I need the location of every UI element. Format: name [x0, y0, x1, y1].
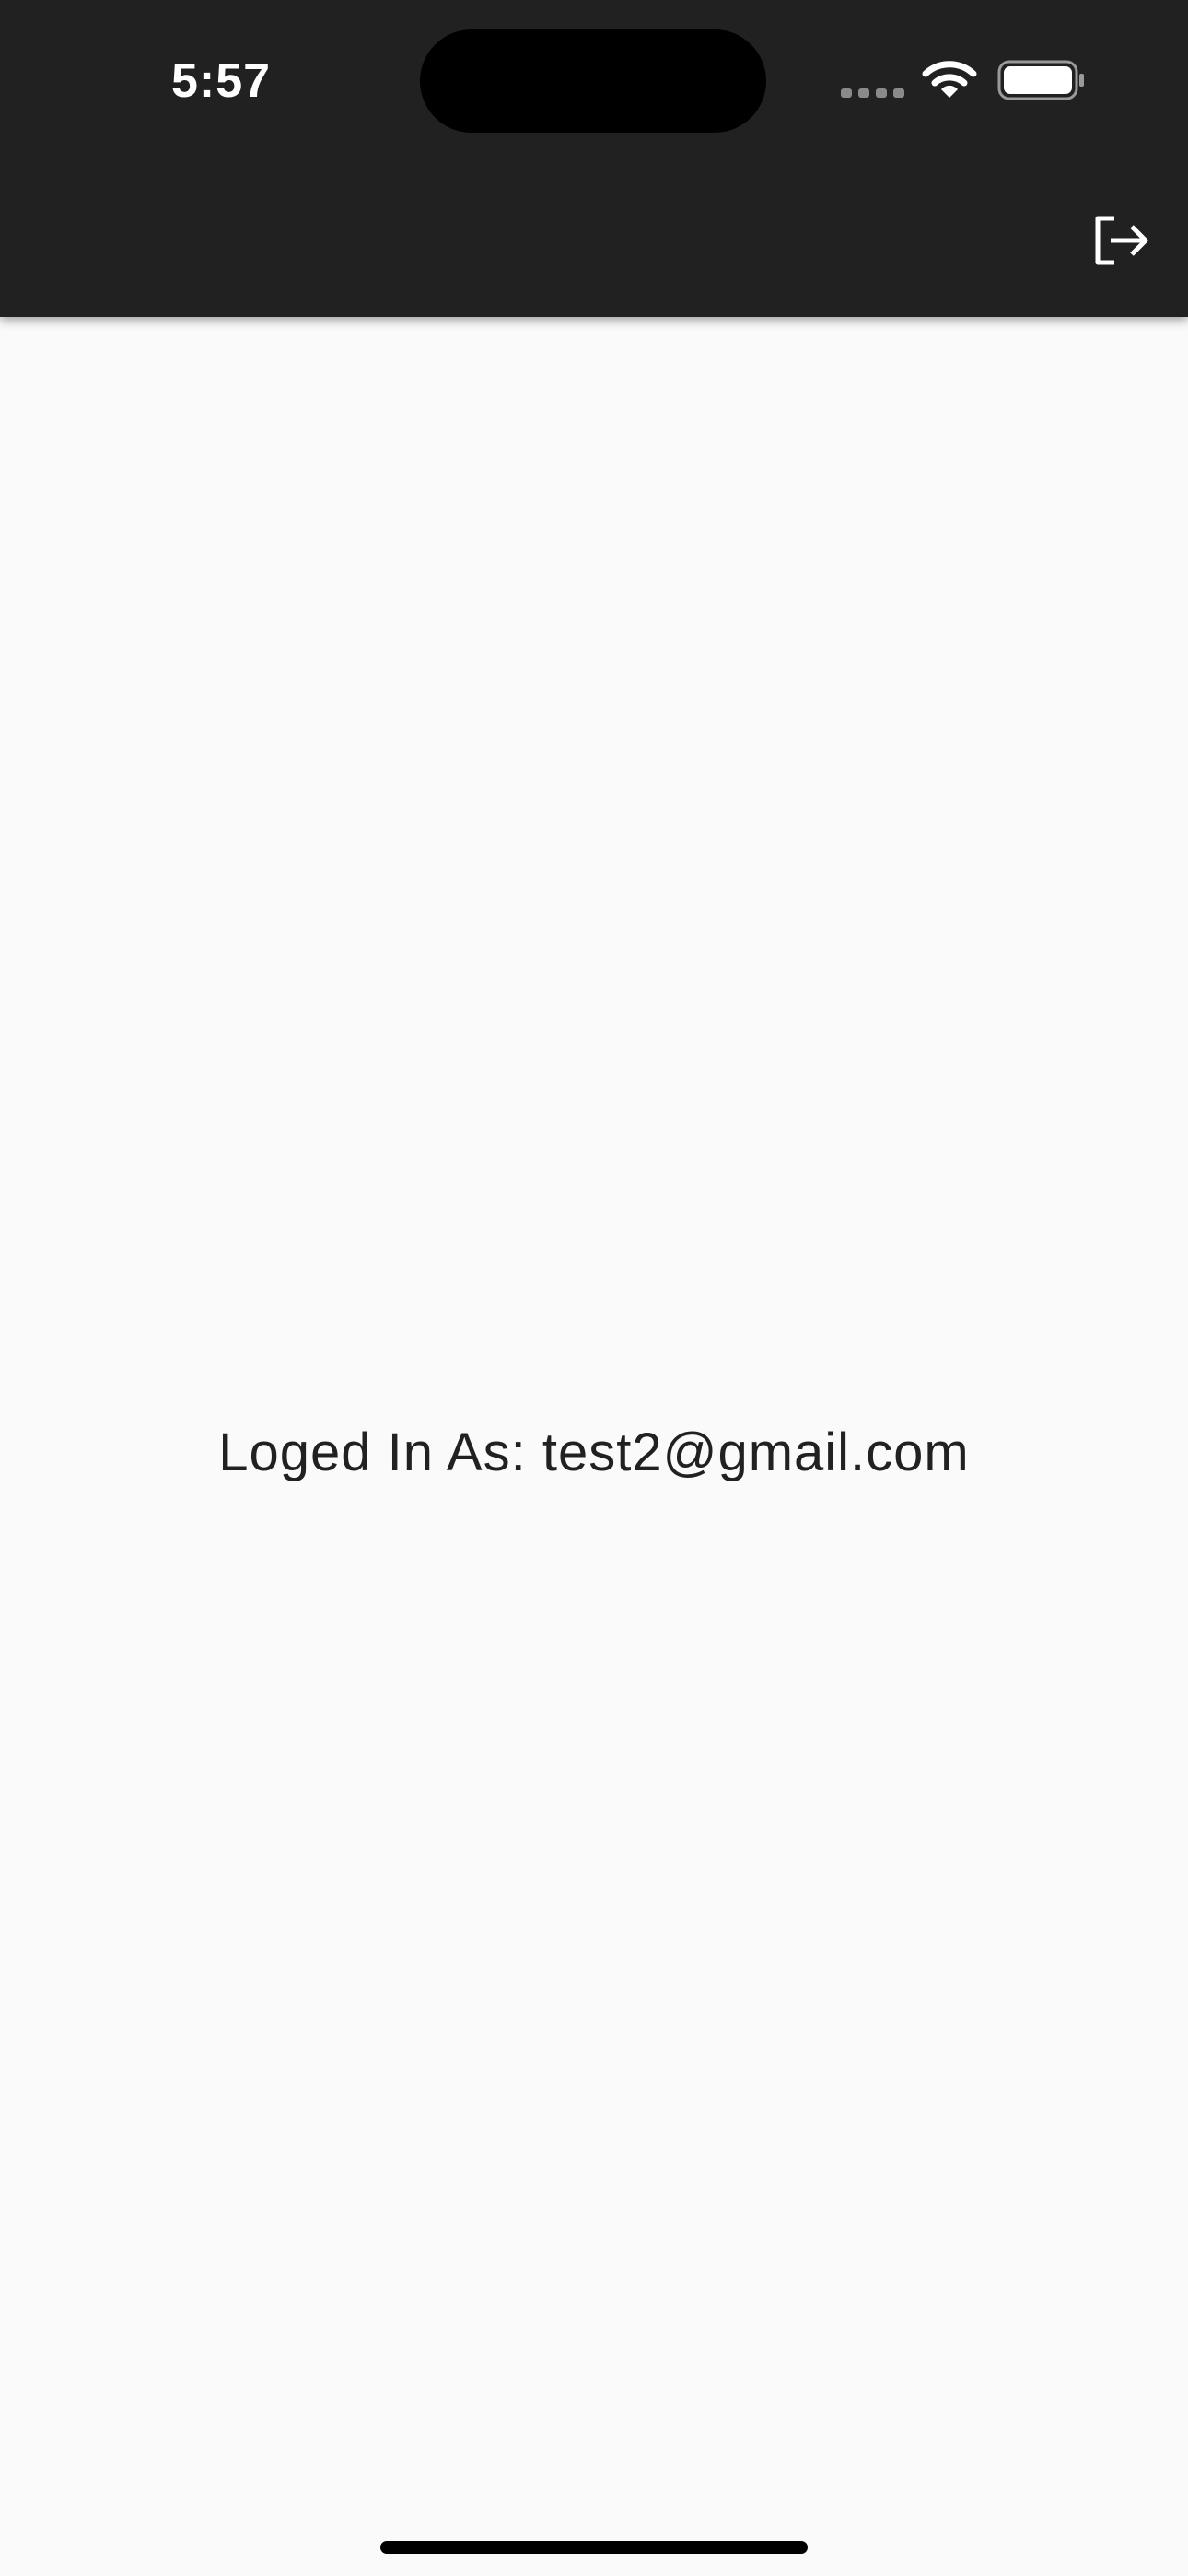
signal-icon	[841, 88, 904, 98]
app-bar: 5:57	[0, 0, 1188, 317]
logout-button[interactable]	[1087, 207, 1153, 274]
main-content: Loged In As: test2@gmail.com	[0, 317, 1188, 2576]
home-indicator[interactable]	[380, 2541, 808, 2554]
battery-icon	[997, 60, 1084, 100]
wifi-icon	[922, 61, 977, 98]
logout-icon	[1095, 216, 1148, 265]
status-bar-time: 5:57	[171, 54, 272, 108]
logged-in-text: Loged In As: test2@gmail.com	[218, 1422, 970, 1482]
dynamic-island	[420, 29, 766, 133]
